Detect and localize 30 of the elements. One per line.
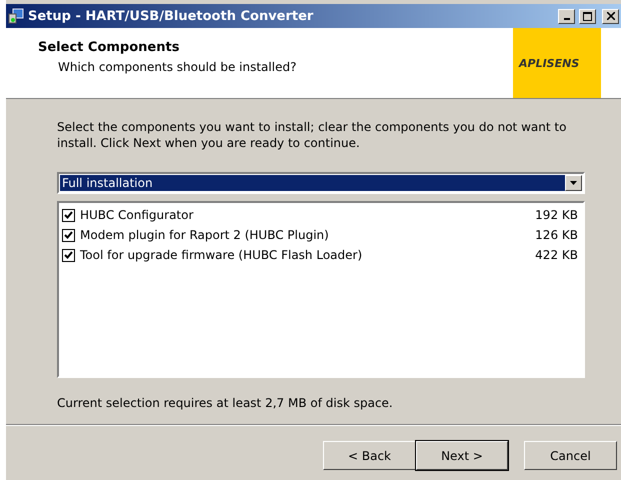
logo-text: APLISENS	[519, 56, 580, 70]
close-button[interactable]	[602, 8, 619, 24]
window-title: Setup - HART/USB/Bluetooth Converter	[28, 8, 314, 24]
install-type-dropdown[interactable]: Full installation	[57, 172, 585, 194]
component-name[interactable]: Tool for upgrade firmware (HUBC Flash Loader)	[80, 248, 530, 262]
maximize-icon	[583, 12, 592, 20]
checkmark-icon	[64, 211, 73, 219]
caret-icon	[570, 181, 577, 185]
close-icon	[606, 12, 614, 20]
page-subtitle: Which components should be installed?	[57, 60, 298, 74]
minimize-button[interactable]	[558, 8, 575, 24]
wizard-button[interactable]: Next >	[416, 441, 508, 470]
wizard-button[interactable]: Cancel	[524, 441, 617, 470]
dropdown-arrow-button[interactable]	[565, 175, 582, 191]
component-name[interactable]: Modem plugin for Raport 2 (HUBC Plugin)	[80, 228, 530, 242]
component-checkbox[interactable]	[62, 248, 75, 262]
component-name[interactable]: HUBC Configurator	[80, 208, 530, 222]
component-size: 422 KB	[535, 248, 579, 262]
instructions-text: Select the components you want to install; clear the components you do not want to install. Click Next when you are ready to continue.	[57, 119, 568, 151]
installer-icon	[8, 8, 24, 24]
component-checkbox[interactable]	[62, 228, 75, 242]
disk-space-text: Current selection requires at least 2,7 MB of disk space.	[57, 396, 394, 410]
wizard-button[interactable]: < Back	[323, 441, 416, 470]
checkmark-icon	[64, 251, 73, 259]
component-checkbox[interactable]	[62, 208, 75, 222]
page-title: Select Components	[38, 40, 180, 55]
maximize-button[interactable]	[579, 8, 596, 24]
component-size: 192 KB	[535, 208, 579, 222]
checkmark-icon	[64, 231, 73, 239]
component-size: 126 KB	[535, 228, 579, 242]
